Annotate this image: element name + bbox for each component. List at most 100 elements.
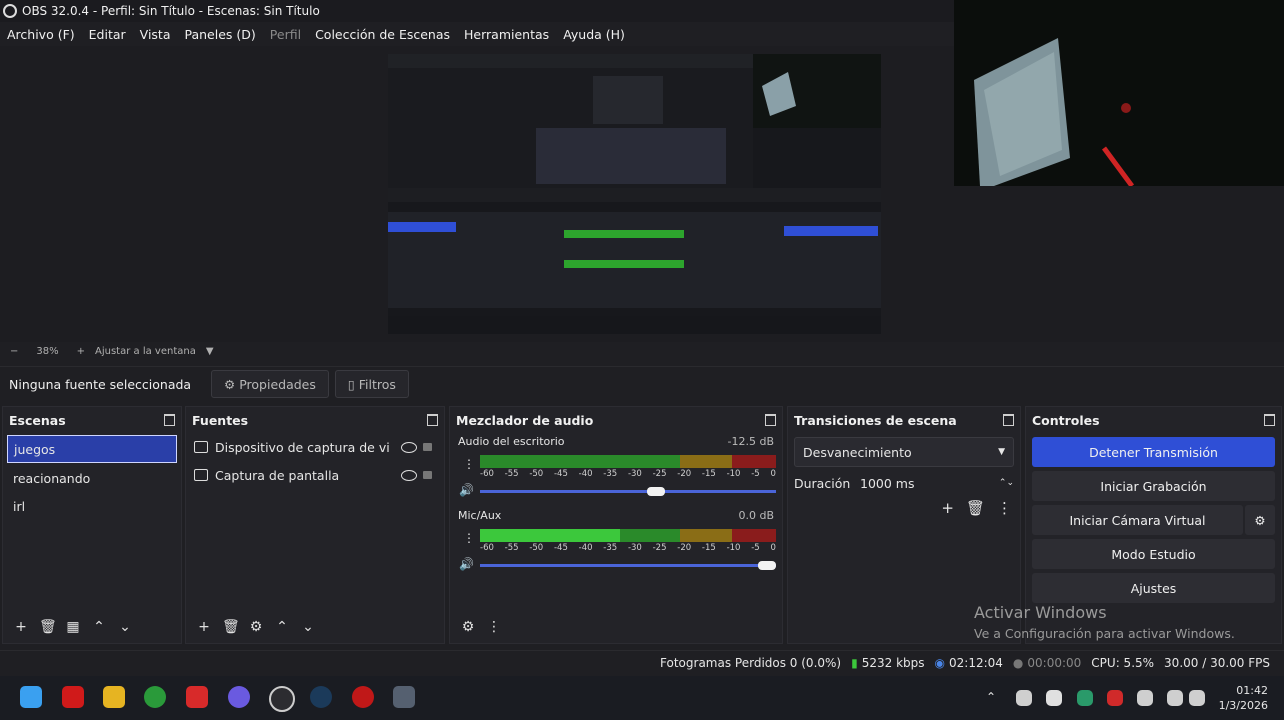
- file-explorer-icon[interactable]: [103, 686, 125, 708]
- trash-icon[interactable]: 🗑: [222, 619, 240, 635]
- menu-archivo[interactable]: Archivo (F): [7, 27, 75, 42]
- obs-taskbar-icon[interactable]: [269, 686, 295, 712]
- filters-button[interactable]: ▯ Filtros: [334, 370, 409, 398]
- menu-paneles[interactable]: Paneles (D): [185, 27, 256, 42]
- chevron-up-icon[interactable]: ⌃: [986, 690, 996, 704]
- trash-icon[interactable]: 🗑: [966, 499, 985, 517]
- settings-button[interactable]: Ajustes: [1032, 573, 1275, 603]
- float-icon[interactable]: [164, 414, 175, 426]
- preview-nested-screen: [388, 54, 881, 334]
- add-icon[interactable]: +: [941, 499, 954, 517]
- zoom-in-button[interactable]: +: [77, 346, 85, 357]
- float-icon[interactable]: [427, 414, 438, 426]
- chevron-up-icon[interactable]: ⌃: [91, 619, 107, 635]
- transition-actions: + 🗑 ⋮: [788, 499, 1012, 517]
- clock[interactable]: 01:42 1/3/2026: [1219, 683, 1268, 713]
- gear-icon[interactable]: ⚙: [248, 619, 264, 635]
- opera-icon[interactable]: [352, 686, 374, 708]
- chevron-down-icon[interactable]: ⌄: [300, 619, 316, 635]
- duration-row: Duración 1000 ms ⌃⌄: [794, 471, 1014, 495]
- microphone-icon[interactable]: [1137, 690, 1153, 706]
- more-icon[interactable]: ⋮: [997, 499, 1012, 517]
- add-icon[interactable]: +: [13, 619, 29, 635]
- trash-icon[interactable]: 🗑: [39, 619, 57, 635]
- advanced-audio-gear-icon[interactable]: ⚙: [460, 619, 476, 635]
- photos-icon[interactable]: [393, 686, 415, 708]
- studio-mode-button[interactable]: Modo Estudio: [1032, 539, 1275, 569]
- signal-icon: ▮: [851, 656, 858, 670]
- more-icon[interactable]: ⋮: [463, 457, 475, 471]
- sync-icon[interactable]: [1046, 690, 1062, 706]
- scene-item-juegos[interactable]: juegos: [7, 435, 177, 463]
- float-icon[interactable]: [1264, 414, 1275, 426]
- duration-input[interactable]: 1000 ms ⌃⌄: [854, 471, 1014, 495]
- title-bar: OBS 32.0.4 - Perfil: Sin Título - Escena…: [0, 0, 954, 22]
- menu-ayuda[interactable]: Ayuda (H): [563, 27, 625, 42]
- menu-editar[interactable]: Editar: [89, 27, 126, 42]
- steam-icon[interactable]: [310, 686, 332, 708]
- float-icon[interactable]: [765, 414, 776, 426]
- slider-knob[interactable]: [758, 561, 776, 570]
- meter-scale: -60 -55 -50 -45 -40 -35 -30 -25 -20 -15 -10 -5 0: [480, 469, 776, 479]
- tick: -55: [504, 543, 519, 553]
- start-virtual-camera-button[interactable]: Iniciar Cámara Virtual: [1032, 505, 1243, 535]
- eye-icon[interactable]: [401, 441, 417, 453]
- virtual-camera-gear-icon[interactable]: ⚙: [1245, 505, 1275, 535]
- menu-coleccion-escenas[interactable]: Colección de Escenas: [315, 27, 450, 42]
- speaker-icon[interactable]: 🔊: [459, 557, 474, 571]
- filters-label: Filtros: [358, 376, 396, 392]
- filter-icon[interactable]: ▦: [65, 619, 81, 635]
- chevron-up-icon[interactable]: ⌃: [274, 619, 290, 635]
- clock-time: 01:42: [1236, 684, 1268, 697]
- start-recording-button[interactable]: Iniciar Grabación: [1032, 471, 1275, 501]
- more-icon[interactable]: ⋮: [463, 531, 475, 545]
- menu-vista[interactable]: Vista: [140, 27, 171, 42]
- lock-icon[interactable]: [423, 471, 432, 479]
- slider-knob[interactable]: [646, 487, 665, 496]
- speaker-icon[interactable]: 🔊: [459, 483, 474, 497]
- source-item-screen-capture[interactable]: Captura de pantalla: [186, 461, 444, 489]
- wps-tray-icon[interactable]: [1107, 690, 1123, 706]
- volume-slider[interactable]: [480, 487, 776, 496]
- add-icon[interactable]: +: [196, 619, 212, 635]
- tick: -30: [627, 543, 642, 553]
- network-icon[interactable]: [1167, 690, 1183, 706]
- discord-icon[interactable]: [228, 686, 250, 708]
- source-item-video-capture[interactable]: Dispositivo de captura de video: [186, 433, 444, 461]
- fit-window-button[interactable]: Ajustar a la ventana: [95, 346, 196, 357]
- chrome-icon[interactable]: [144, 686, 166, 708]
- security-shield-icon[interactable]: [1077, 690, 1093, 706]
- tick: -60: [480, 543, 494, 553]
- sources-footer: + 🗑 ⚙ ⌃ ⌄: [186, 611, 444, 643]
- scene-item-reacionando[interactable]: reacionando: [7, 465, 177, 491]
- watermark-subtitle: Ve a Configuración para activar Windows.: [974, 626, 1235, 641]
- tray-icon[interactable]: [1016, 690, 1032, 706]
- float-icon[interactable]: [1003, 414, 1014, 426]
- volume-slider[interactable]: [480, 561, 776, 570]
- chevron-down-icon[interactable]: ⌄: [117, 619, 133, 635]
- transition-select[interactable]: Desvanecimiento ▼: [794, 437, 1014, 467]
- wps-icon[interactable]: [186, 686, 208, 708]
- volume-icon[interactable]: [1189, 690, 1205, 706]
- scene-item-irl[interactable]: irl: [7, 493, 177, 519]
- properties-button[interactable]: ⚙ Propiedades: [211, 370, 329, 398]
- scenes-footer: + 🗑 ▦ ⌃ ⌄: [3, 611, 181, 643]
- duration-label: Duración: [794, 475, 851, 491]
- eye-icon[interactable]: [401, 469, 417, 481]
- duration-value: 1000 ms: [860, 475, 915, 491]
- mixer-header: Mezclador de audio: [450, 407, 782, 433]
- menu-perfil[interactable]: Perfil: [270, 27, 301, 42]
- stop-stream-button[interactable]: Detener Transmisión: [1032, 437, 1275, 467]
- spinner-icon[interactable]: ⌃⌄: [999, 478, 1014, 488]
- chevron-down-icon[interactable]: ▼: [206, 346, 214, 357]
- tick: -50: [529, 469, 544, 479]
- acrobat-icon[interactable]: [62, 686, 84, 708]
- transitions-header: Transiciones de escena: [788, 407, 1020, 433]
- menu-herramientas[interactable]: Herramientas: [464, 27, 549, 42]
- mixer-title: Mezclador de audio: [456, 412, 594, 428]
- more-icon[interactable]: ⋮: [486, 619, 502, 635]
- lock-icon[interactable]: [423, 443, 432, 451]
- zoom-out-button[interactable]: −: [10, 346, 18, 357]
- scenes-title: Escenas: [9, 412, 66, 428]
- windows-start-icon[interactable]: [20, 686, 42, 708]
